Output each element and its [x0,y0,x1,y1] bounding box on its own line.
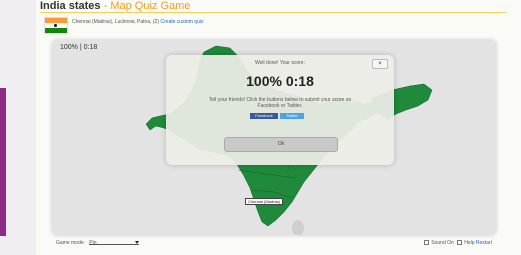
score-dialog: × Well done! Your score: 100% 0:18 Tell … [166,55,394,165]
game-mode-control: Game mode: Pin [56,240,140,247]
title-divider [40,12,506,13]
sri-lanka-shape [292,220,304,235]
purple-accent-bar [0,88,6,236]
page-title: India states - Map Quiz Game [40,0,190,12]
city-pin-label: Chennai (Madras) [245,198,284,205]
final-score: 100% 0:18 [246,73,314,89]
quiz-description: Chennai (Madras), Lucknow, Patna, (2) Cr… [72,19,203,25]
sound-checkbox[interactable] [424,240,430,246]
help-label[interactable]: Help [464,240,474,246]
game-mode-value: Pin [89,240,97,247]
facebook-share-button[interactable]: Facebook [250,113,278,119]
india-flag-icon [44,17,68,34]
page-title-separator: - [100,0,111,12]
game-mode-label: Game mode: [56,240,85,246]
sound-label[interactable]: Sound On [431,240,454,246]
right-controls: Sound On Help Restart [422,240,492,246]
map-game-area[interactable]: 100% | 0:18 Chennai (Madras) × Well done… [52,40,496,235]
game-mode-select[interactable]: Pin [89,240,140,247]
restart-link[interactable]: Restart [476,240,492,246]
create-custom-quiz-link[interactable]: Create custom quiz [160,19,203,25]
quiz-description-text: Chennai (Madras), Lucknow, Patna, (2) [72,19,159,25]
twitter-share-button[interactable]: Twitter [280,113,304,119]
page-title-main: India states [40,0,101,12]
game-controls-bar: Game mode: Pin Sound On Help Restart [52,238,496,248]
ok-button[interactable]: Ok [224,137,338,152]
left-sidebar-strip [0,0,36,255]
score-timer: 100% | 0:18 [60,44,98,51]
score-message: Well done! Your score: [255,60,305,66]
page-subtitle: Map Quiz Game [110,0,191,12]
help-checkbox[interactable] [457,240,463,246]
share-instructions: Tell your friends! Click the buttons bel… [208,97,352,109]
